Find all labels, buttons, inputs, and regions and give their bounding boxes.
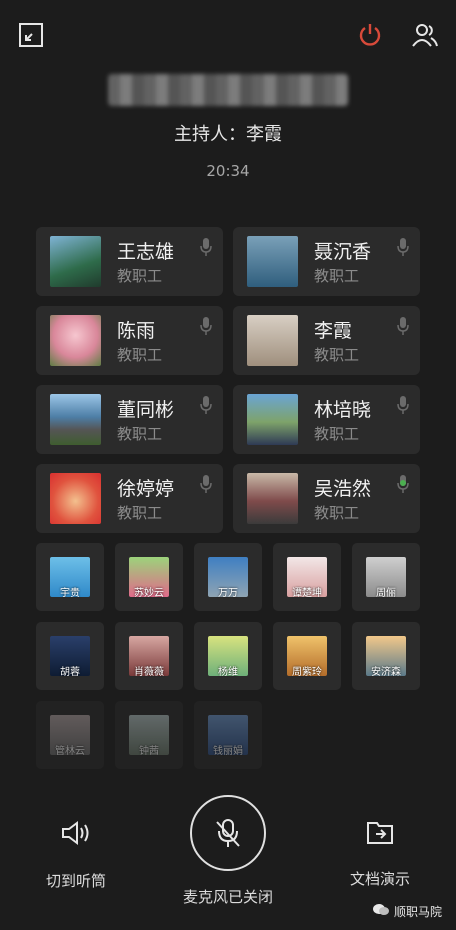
- avatar: [247, 473, 298, 524]
- folder-share-icon: [367, 822, 393, 844]
- participant-card[interactable]: 徐婷婷 教职工: [36, 464, 223, 533]
- avatar: [50, 394, 101, 445]
- speaker-label: 切到听筒: [45, 872, 106, 890]
- small-participant-name: 杨维: [218, 667, 238, 678]
- mic-off-icon: [216, 819, 240, 847]
- watermark: 顺职马院: [372, 903, 442, 920]
- host-label: 主持人：李霞: [174, 124, 282, 145]
- participant-name: 李霞: [314, 320, 353, 342]
- small-participant-name: 管林云: [55, 746, 85, 757]
- avatar: [247, 315, 298, 366]
- avatar: [247, 236, 298, 287]
- avatar: [50, 236, 101, 287]
- avatar: [50, 473, 101, 524]
- participants-small-grid: 宇贵 苏妙云 万万 谭楚坤 周俪 胡蓉 肖薇薇 杨维 周紫玲 安济森 管林云 钟…: [36, 543, 420, 769]
- wechat-icon: [372, 903, 390, 920]
- meeting-timer: 20:34: [206, 162, 250, 180]
- participant-name: 聂沉香: [314, 241, 372, 263]
- participant-card[interactable]: 李霞 教职工: [233, 306, 420, 375]
- small-participant-name: 周俪: [376, 588, 396, 599]
- speaker-toggle[interactable]: 切到听筒: [36, 818, 116, 891]
- small-participant-card[interactable]: 杨维: [194, 622, 262, 690]
- participant-card[interactable]: 王志雄 教职工: [36, 227, 223, 296]
- mic-toggle-button[interactable]: [190, 795, 266, 871]
- participant-role: 教职工: [314, 504, 360, 522]
- mic-icon: [397, 238, 409, 256]
- participant-name: 吴浩然: [314, 478, 372, 500]
- mic-icon: [200, 317, 212, 335]
- participant-name: 王志雄: [117, 241, 175, 263]
- avatar: [50, 315, 101, 366]
- small-participant-name: 谭楚坤: [292, 588, 322, 599]
- bottom-controls: 切到听筒 麦克风已关闭 文档演示 顺职马院: [0, 790, 456, 930]
- participant-role: 教职工: [117, 346, 163, 364]
- small-participant-name: 宇贵: [60, 588, 80, 599]
- participant-role: 教职工: [117, 267, 163, 285]
- mic-icon: [397, 317, 409, 335]
- document-share-button[interactable]: 文档演示: [340, 818, 420, 889]
- small-participant-card[interactable]: 万万: [194, 543, 262, 611]
- document-share-label: 文档演示: [349, 870, 410, 888]
- small-participant-name: 万万: [218, 588, 238, 599]
- small-participant-card[interactable]: 钱丽娟: [194, 701, 262, 769]
- small-participant-card[interactable]: 周俪: [352, 543, 420, 611]
- small-participant-card[interactable]: 肖薇薇: [115, 622, 183, 690]
- small-participant-name: 钟茜: [139, 746, 159, 757]
- small-participant-card[interactable]: 安济森: [352, 622, 420, 690]
- small-participant-name: 安济森: [371, 667, 401, 678]
- small-participant-name: 苏妙云: [134, 588, 164, 599]
- minimize-window-icon[interactable]: [16, 20, 46, 50]
- small-participant-card[interactable]: 钟茜: [115, 701, 183, 769]
- small-participant-name: 肖薇薇: [134, 667, 164, 678]
- participant-card[interactable]: 林培晓 教职工: [233, 385, 420, 454]
- participant-name: 徐婷婷: [117, 478, 175, 500]
- participant-role: 教职工: [314, 425, 360, 443]
- small-participant-card[interactable]: 管林云: [36, 701, 104, 769]
- small-participant-card[interactable]: 苏妙云: [115, 543, 183, 611]
- mic-icon: [200, 475, 212, 493]
- small-participant-name: 胡蓉: [60, 667, 80, 678]
- participant-name: 董同彬: [117, 399, 175, 421]
- meeting-title-blurred: [108, 74, 348, 106]
- mic-active-icon: [397, 475, 409, 493]
- small-participant-name: 周紫玲: [292, 667, 322, 678]
- participant-card[interactable]: 董同彬 教职工: [36, 385, 223, 454]
- top-bar: [0, 0, 456, 70]
- small-participant-name: 钱丽娟: [213, 746, 243, 757]
- participant-role: 教职工: [314, 346, 360, 364]
- participant-card[interactable]: 吴浩然 教职工: [233, 464, 420, 533]
- participant-name: 林培晓: [314, 399, 372, 421]
- participant-role: 教职工: [314, 267, 360, 285]
- mic-icon: [397, 396, 409, 414]
- avatar: [247, 394, 298, 445]
- participant-card[interactable]: 陈雨 教职工: [36, 306, 223, 375]
- mic-label: 麦克风已关闭: [182, 888, 273, 906]
- mic-icon: [200, 238, 212, 256]
- watermark-text: 顺职马院: [393, 905, 442, 919]
- small-participant-card[interactable]: 胡蓉: [36, 622, 104, 690]
- speaker-icon: [62, 821, 89, 845]
- participant-name: 陈雨: [117, 320, 156, 342]
- small-participant-card[interactable]: 谭楚坤: [273, 543, 341, 611]
- participant-role: 教职工: [117, 425, 163, 443]
- mic-icon: [200, 396, 212, 414]
- participants-icon[interactable]: [410, 20, 440, 50]
- participants-large-grid: 王志雄 教职工 聂沉香 教职工 陈雨 教职工 李霞 教职工 董同彬 教职工 林培…: [36, 227, 420, 533]
- small-participant-card[interactable]: 周紫玲: [273, 622, 341, 690]
- small-participant-card[interactable]: 宇贵: [36, 543, 104, 611]
- participant-role: 教职工: [117, 504, 163, 522]
- participant-card[interactable]: 聂沉香 教职工: [233, 227, 420, 296]
- power-icon[interactable]: [355, 20, 385, 50]
